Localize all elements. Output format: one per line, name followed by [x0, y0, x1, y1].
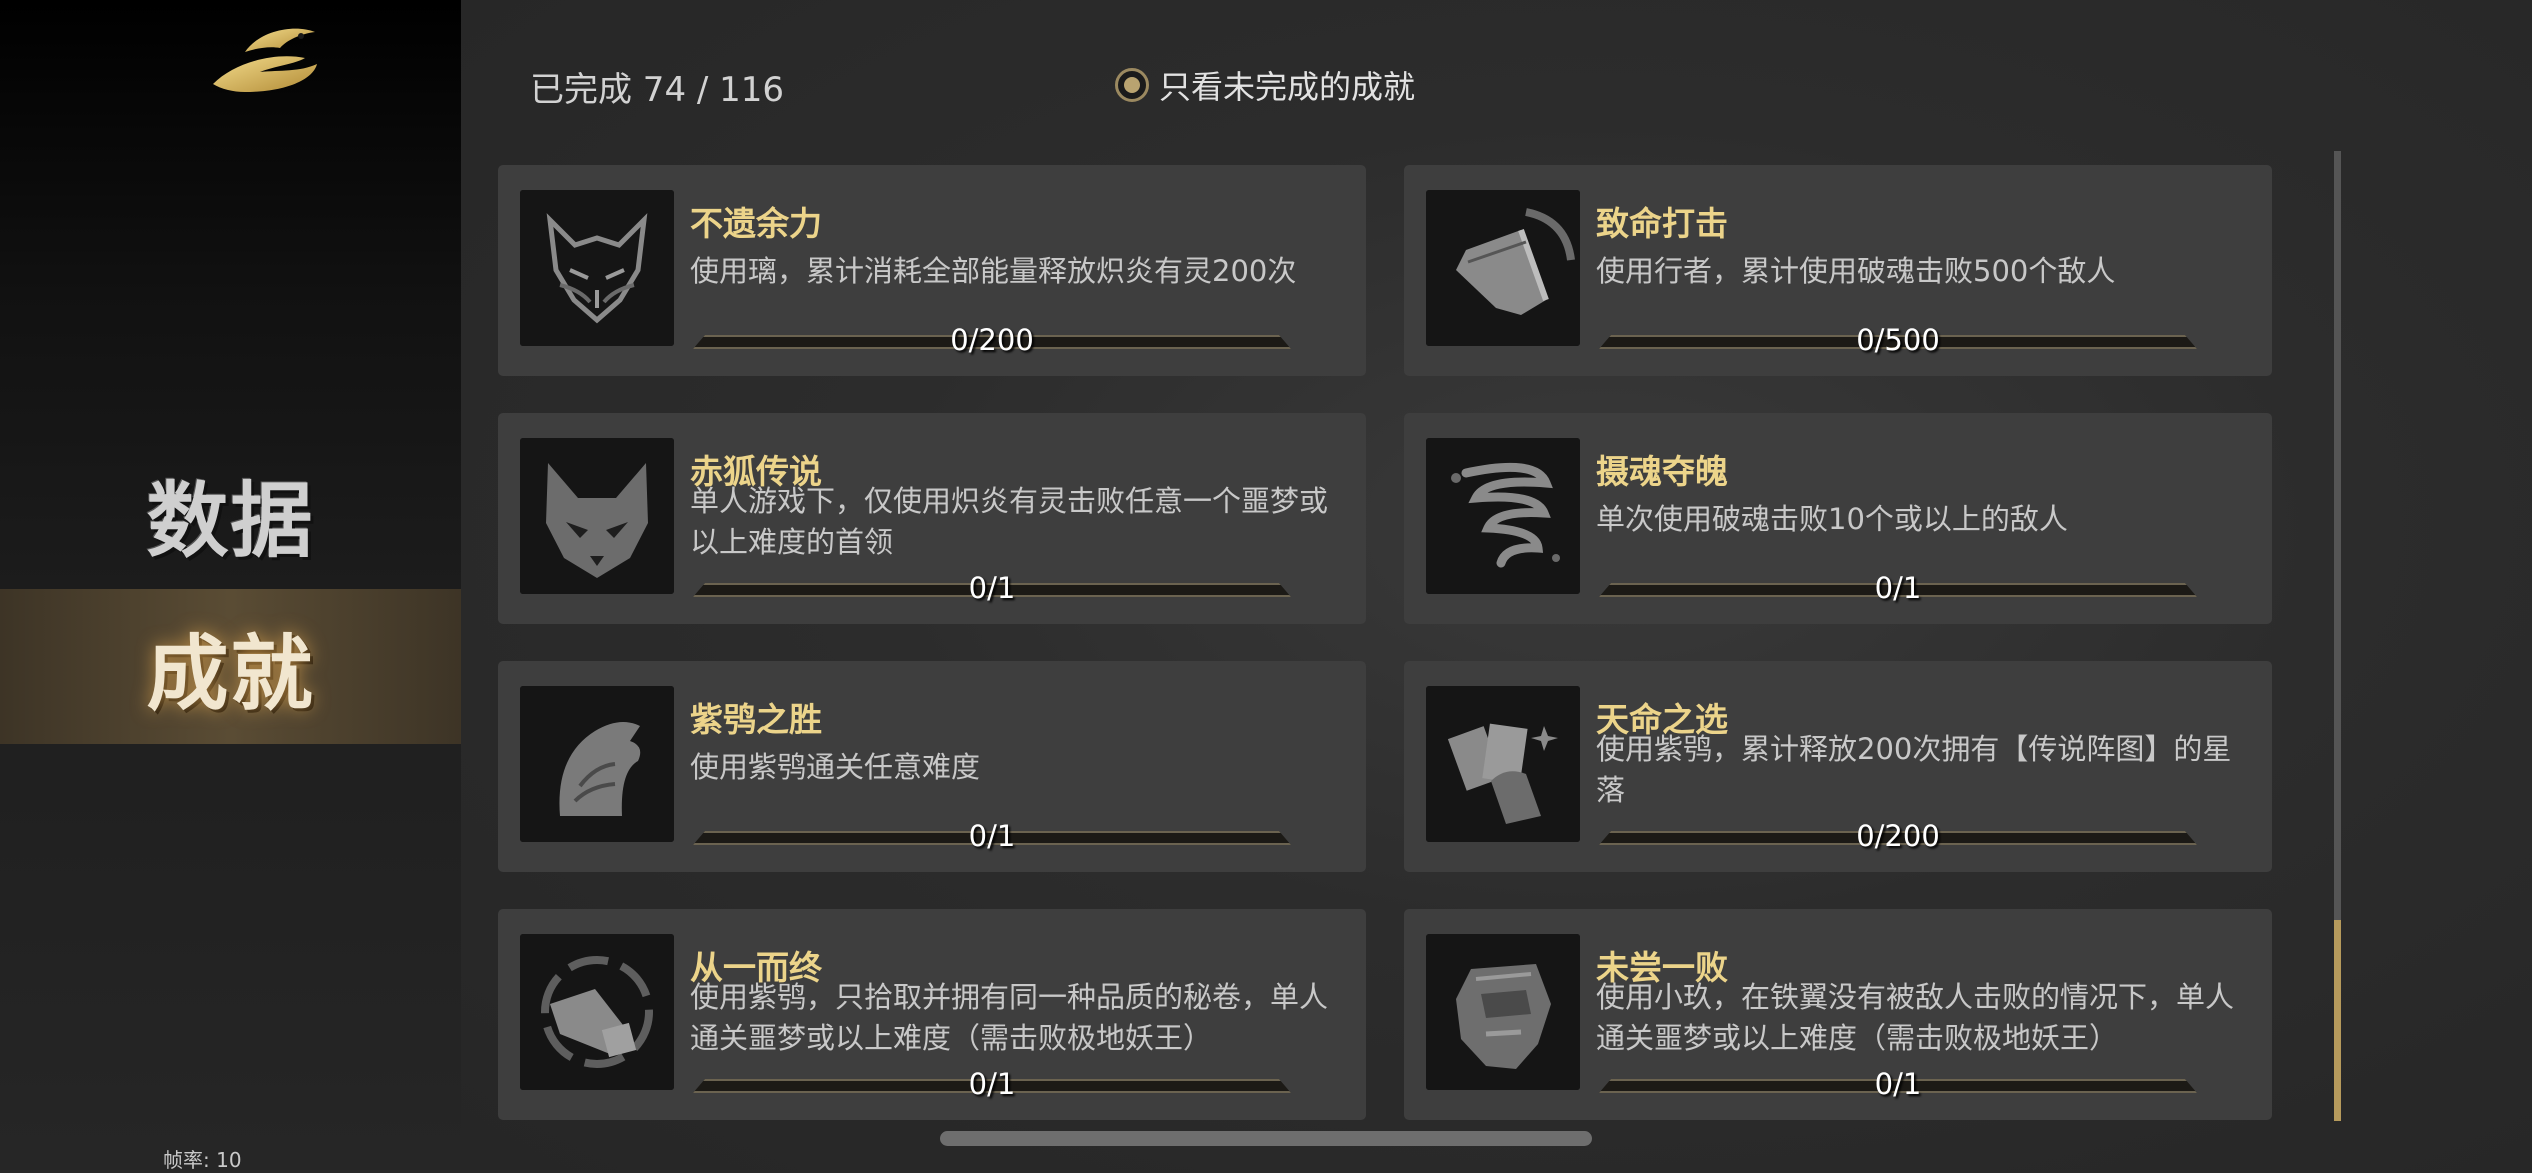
achievement-title: 致命打击: [1596, 204, 1728, 243]
achievement-card[interactable]: 天命之选 使用紫鸮，累计释放200次拥有【传说阵图】的星落 0/200: [1404, 661, 2272, 872]
achievement-card[interactable]: 摄魂夺魄 单次使用破魂击败10个或以上的敌人 0/1: [1404, 413, 2272, 624]
achievement-card[interactable]: 致命打击 使用行者，累计使用破魂击败500个敌人 0/500: [1404, 165, 2272, 376]
progress-count: 0/1: [968, 819, 1016, 853]
achievement-desc: 使用紫鸮，累计释放200次拥有【传说阵图】的星落: [1596, 732, 2232, 807]
vortex-icon: [1426, 438, 1580, 594]
progress-count: 0/1: [968, 571, 1016, 605]
completed-count: 已完成 74 / 116: [530, 70, 785, 110]
achievement-card[interactable]: 从一而终 使用紫鸮，只拾取并拥有同一种品质的秘卷，单人通关噩梦或以上难度（需击败…: [498, 909, 1366, 1120]
progress-count: 0/200: [950, 323, 1034, 357]
hammer-strike-icon: [1426, 190, 1580, 346]
achievement-title: 不遗余力: [690, 204, 822, 243]
owl-head-icon: [520, 686, 674, 842]
armored-fist-icon: [1426, 934, 1580, 1090]
filter-label: 只看未完成的成就: [1159, 68, 1416, 106]
incomplete-only-filter[interactable]: 只看未完成的成就: [1115, 62, 1415, 108]
achievement-card[interactable]: 未尝一败 使用小玖，在铁翼没有被敌人击败的情况下，单人通关噩梦或以上难度（需击败…: [1404, 909, 2272, 1120]
progress-count: 0/1: [1874, 571, 1922, 605]
cards-hand-icon: [1426, 686, 1580, 842]
achievement-desc: 使用璃，累计消耗全部能量释放炽炎有灵200次: [690, 254, 1297, 288]
dragon-logo-icon: [205, 22, 325, 97]
scroll-cycle-icon: [520, 934, 674, 1090]
framerate-label: 帧率: 10: [163, 1148, 242, 1172]
sidebar: 数据 成就 帧率: 10: [0, 0, 461, 1172]
fox-mask-icon: [520, 190, 674, 346]
progress-count: 0/1: [968, 1067, 1016, 1101]
achievement-title: 紫鸮之胜: [690, 700, 822, 739]
vertical-scrollbar-thumb[interactable]: [2334, 920, 2341, 1121]
achievement-desc: 使用小玖，在铁翼没有被敌人击败的情况下，单人通关噩梦或以上难度（需击败极地妖王）: [1596, 980, 2235, 1055]
achievement-card[interactable]: 不遗余力 使用璃，累计消耗全部能量释放炽炎有灵200次 0/200: [498, 165, 1366, 376]
progress-count: 0/500: [1856, 323, 1940, 357]
achievement-desc: 单人游戏下，仅使用炽炎有灵击败任意一个噩梦或以上难度的首领: [690, 484, 1329, 559]
achievement-card[interactable]: 紫鸮之胜 使用紫鸮通关任意难度 0/1: [498, 661, 1366, 872]
radio-selected-dot: [1124, 77, 1140, 93]
filter-radio[interactable]: [1115, 68, 1149, 102]
progress-count: 0/200: [1856, 819, 1940, 853]
achievement-desc: 使用紫鸮，只拾取并拥有同一种品质的秘卷，单人通关噩梦或以上难度（需击败极地妖王）: [690, 980, 1329, 1055]
achievement-card[interactable]: 赤狐传说 单人游戏下，仅使用炽炎有灵击败任意一个噩梦或以上难度的首领 0/1: [498, 413, 1366, 624]
achievement-title: 摄魂夺魄: [1596, 452, 1728, 491]
sidebar-item-achievements[interactable]: 成就: [0, 589, 461, 744]
fox-face-icon: [520, 438, 674, 594]
achievement-desc: 使用紫鸮通关任意难度: [690, 750, 981, 784]
progress-count: 0/1: [1874, 1067, 1922, 1101]
sidebar-item-data[interactable]: 数据: [0, 436, 461, 591]
achievement-desc: 单次使用破魂击败10个或以上的敌人: [1596, 502, 2068, 536]
home-indicator-bar[interactable]: [940, 1131, 1592, 1146]
achievement-desc: 使用行者，累计使用破魂击败500个敌人: [1596, 254, 2116, 288]
